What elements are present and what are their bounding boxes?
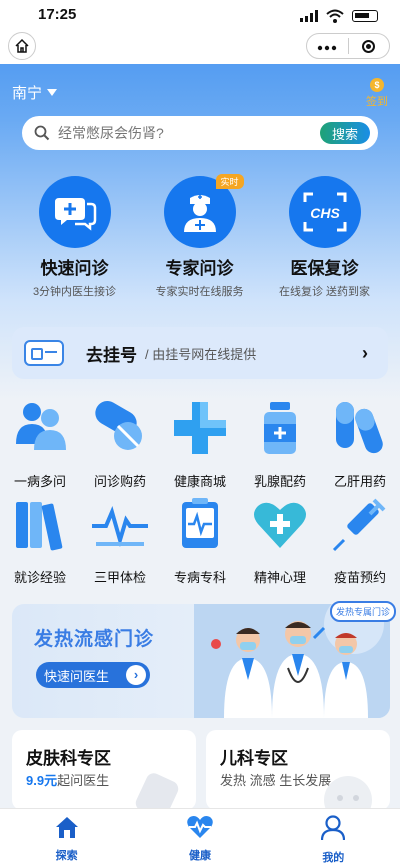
books-icon (16, 502, 63, 551)
grid-label: 精神心理 (253, 570, 306, 585)
heart-pulse-icon (187, 816, 213, 838)
grid-item-mental-health[interactable]: 精神心理 (240, 494, 320, 590)
status-bar: 17:25 (0, 0, 400, 30)
more-button[interactable] (307, 39, 348, 54)
nav-bar (0, 30, 400, 64)
service-expert-consult[interactable]: 实时 专家问诊 专家实时在线服务 (133, 174, 266, 299)
heart-plus-icon (254, 502, 306, 548)
coin-icon: $ (370, 78, 384, 92)
wifi-icon (326, 9, 344, 23)
button-label: 快速问医生 (44, 668, 110, 684)
card-subtitle: 9.9元起问医生 (26, 773, 110, 788)
service-title: 专家问诊 (165, 259, 234, 278)
id-card-icon (24, 340, 64, 366)
search-bar[interactable]: 经常憋尿会伤肾? 搜索 (22, 116, 378, 150)
service-grid: 一病多问 问诊购药 健康商城 乳腺配药 乙肝用药 就诊经验 三甲体检 专病专科 … (0, 398, 400, 590)
tab-health[interactable]: 健康 (133, 809, 266, 866)
service-insurance-revisit[interactable]: CHS 医保复诊 在线复诊 送药到家 (258, 176, 391, 299)
city-selector[interactable]: 南宁 (12, 82, 58, 103)
tab-label: 健康 (188, 850, 211, 862)
signin-button[interactable]: $ 签到 (366, 78, 388, 109)
card-title: 儿科专区 (220, 749, 288, 768)
chevron-right-icon: › (362, 342, 368, 363)
service-subtitle: 专家实时在线服务 (155, 286, 244, 298)
status-icons (300, 9, 378, 23)
register-entry[interactable]: 去挂号 / 由挂号网在线提供 › (12, 327, 388, 379)
card-pediatrics[interactable]: 儿科专区 发热 流感 生长发展 (206, 730, 390, 810)
close-button[interactable] (349, 39, 390, 53)
service-subtitle: 3分钟内医生接诊 (32, 286, 117, 298)
pill-icon (95, 401, 142, 450)
chs-logo-text: CHS (310, 205, 340, 221)
service-title: 医保复诊 (290, 259, 359, 278)
bottom-tab-bar: 探索 健康 我的 (0, 808, 400, 866)
grid-label: 就诊经验 (13, 570, 66, 585)
grid-label: 健康商城 (173, 474, 226, 489)
medicine-bottle-icon (264, 402, 296, 454)
card-dermatology[interactable]: 皮肤科专区 9.9元起问医生 (12, 730, 196, 810)
grid-item-multi-question[interactable]: 一病多问 (0, 398, 80, 494)
search-input[interactable]: 经常憋尿会伤肾? (58, 123, 320, 143)
card-title: 皮肤科专区 (26, 749, 111, 768)
grid-item-specialty[interactable]: 专病专科 (160, 494, 240, 590)
battery-icon (352, 10, 378, 22)
home-icon (55, 817, 78, 838)
chs-scan-icon: CHS (288, 176, 361, 248)
doctor-icon: 实时 (163, 174, 244, 248)
heartbeat-icon (92, 506, 148, 548)
grid-item-breast-medicine[interactable]: 乳腺配药 (240, 398, 320, 494)
grid-label: 问诊购药 (93, 474, 146, 489)
grid-label: 三甲体检 (93, 570, 146, 585)
more-dots-icon (318, 45, 337, 50)
people-icon (16, 403, 66, 450)
grid-item-visit-experience[interactable]: 就诊经验 (0, 494, 80, 590)
cross-icon (174, 402, 226, 454)
baby-face-icon (324, 776, 372, 810)
tab-label: 我的 (322, 852, 345, 864)
mini-program-capsule (306, 33, 390, 59)
signin-label: 签到 (366, 96, 388, 108)
service-subtitle: 在线复诊 送药到家 (278, 286, 371, 298)
user-icon (321, 815, 346, 841)
signal-icon (300, 10, 318, 22)
home-icon (15, 38, 29, 53)
card-subtitle: 发热 流感 生长发展 (220, 773, 332, 788)
search-button[interactable]: 搜索 (320, 122, 370, 144)
chat-plus-icon (38, 176, 111, 248)
quick-ask-doctor-button[interactable]: 快速问医生 › (36, 662, 150, 688)
fever-clinic-badge: 发热专属门诊 (330, 601, 397, 622)
capsule-icon (336, 402, 383, 454)
tab-explore[interactable]: 探索 (0, 809, 133, 866)
search-icon (34, 125, 50, 141)
chevron-right-icon: › (126, 665, 146, 685)
grid-item-physical-exam[interactable]: 三甲体检 (80, 494, 160, 590)
skin-care-bottle-icon (135, 773, 179, 810)
grid-label: 乳腺配药 (253, 474, 306, 489)
grid-item-consult-medicine[interactable]: 问诊购药 (80, 398, 160, 494)
home-button[interactable] (8, 32, 36, 60)
grid-label: 一病多问 (13, 474, 66, 489)
tab-label: 探索 (55, 850, 78, 862)
syringe-icon (332, 498, 386, 552)
status-time: 17:25 (38, 6, 77, 23)
grid-item-vaccine[interactable]: 疫苗预约 (320, 494, 400, 590)
grid-label: 乙肝用药 (333, 474, 386, 489)
banner-title: 发热流感门诊 (34, 629, 155, 650)
card-price: 9.9元 (26, 773, 58, 788)
register-subtitle: / 由挂号网在线提供 (145, 346, 257, 362)
grid-item-health-mall[interactable]: 健康商城 (160, 398, 240, 494)
tab-mine[interactable]: 我的 (267, 809, 400, 866)
realtime-tag: 实时 (215, 174, 244, 189)
grid-item-hepatitis-medicine[interactable]: 乙肝用药 (320, 398, 400, 494)
city-name: 南宁 (12, 85, 43, 102)
register-title: 去挂号 (86, 345, 137, 365)
flu-clinic-banner[interactable]: 发热流感门诊 快速问医生 › (12, 604, 390, 718)
grid-label: 专病专科 (173, 570, 226, 585)
caret-down-icon (47, 89, 58, 96)
grid-label: 疫苗预约 (333, 570, 386, 585)
monitor-icon (182, 498, 218, 548)
target-close-icon (362, 39, 376, 53)
service-quick-consult[interactable]: 快速问诊 3分钟内医生接诊 (8, 176, 141, 299)
service-title: 快速问诊 (40, 259, 109, 278)
